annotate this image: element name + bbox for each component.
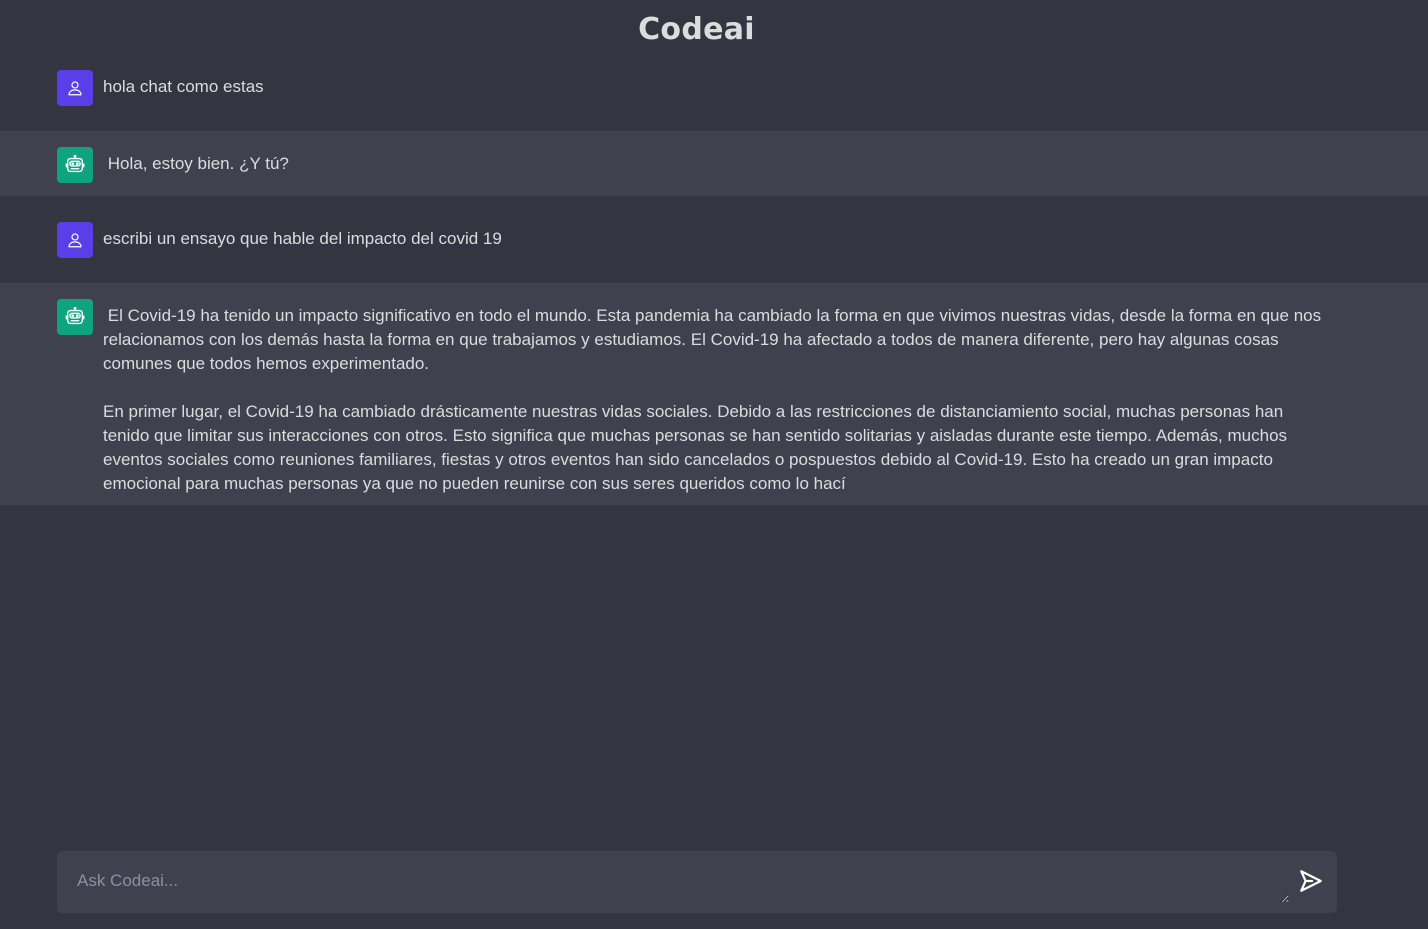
chat-container: hola chat como estas Hola, estoy bien. ¿… (0, 55, 1428, 505)
robot-icon (65, 154, 85, 173)
user-message: escribi un ensayo que hable del impacto … (0, 196, 1428, 283)
user-icon (68, 81, 82, 96)
send-icon (1300, 870, 1322, 892)
prompt-input[interactable] (57, 851, 1289, 903)
user-avatar (57, 70, 93, 106)
user-message: hola chat como estas (0, 55, 1428, 131)
message-text: escribi un ensayo que hable del impacto … (103, 229, 502, 248)
message-text: Hola, estoy bien. ¿Y tú? (103, 154, 289, 173)
chat-app: Codeai hola chat como estas Hola, estoy … (0, 0, 1428, 929)
bot-message: Hola, estoy bien. ¿Y tú? (0, 131, 1428, 196)
bot-message: El Covid-19 ha tenido un impacto signifi… (0, 283, 1428, 505)
send-button[interactable] (1295, 865, 1327, 897)
composer (57, 851, 1337, 913)
bot-avatar (57, 147, 93, 183)
bot-avatar (57, 299, 93, 335)
message-text: hola chat como estas (103, 77, 264, 96)
app-title: Codeai (638, 12, 755, 47)
user-avatar (57, 222, 93, 258)
user-icon (68, 233, 82, 248)
message-text: El Covid-19 ha tenido un impacto signifi… (103, 306, 1322, 493)
robot-icon (65, 306, 85, 325)
